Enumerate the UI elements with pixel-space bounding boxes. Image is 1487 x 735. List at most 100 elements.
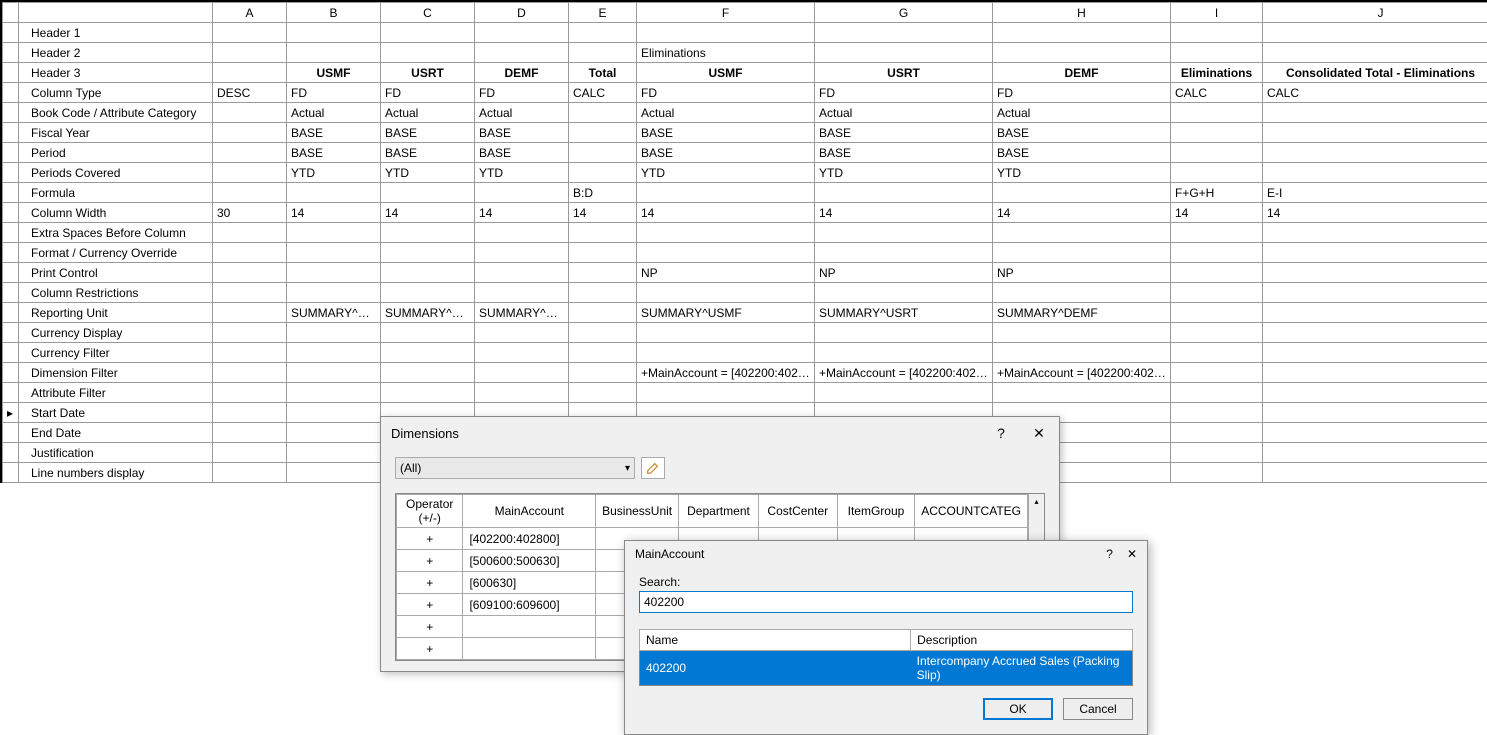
dim-operator-cell[interactable]: + <box>397 616 463 638</box>
grid-cell[interactable] <box>1263 323 1487 343</box>
grid-cell[interactable]: BASE <box>637 123 815 143</box>
grid-cell[interactable] <box>1171 263 1263 283</box>
grid-cell[interactable] <box>381 23 475 43</box>
grid-cell[interactable]: CALC <box>569 83 637 103</box>
column-header[interactable] <box>3 3 19 23</box>
grid-cell[interactable] <box>569 163 637 183</box>
column-header[interactable]: A <box>213 3 287 23</box>
close-button[interactable]: ✕ <box>1127 547 1137 561</box>
dim-column-header[interactable]: ItemGroup <box>837 495 914 528</box>
grid-cell[interactable] <box>569 283 637 303</box>
grid-cell[interactable] <box>993 243 1171 263</box>
grid-cell[interactable]: Consolidated Total - Eliminations <box>1263 63 1487 83</box>
row-indicator[interactable] <box>3 423 19 443</box>
grid-cell[interactable]: NP <box>815 263 993 283</box>
grid-cell[interactable] <box>213 303 287 323</box>
grid-cell[interactable] <box>213 223 287 243</box>
grid-cell[interactable] <box>1263 463 1487 483</box>
grid-cell[interactable] <box>381 363 475 383</box>
grid-cell[interactable]: 14 <box>475 203 569 223</box>
grid-cell[interactable]: 14 <box>381 203 475 223</box>
grid-cell[interactable]: YTD <box>637 163 815 183</box>
grid-cell[interactable] <box>637 343 815 363</box>
row-indicator[interactable] <box>3 223 19 243</box>
grid-cell[interactable] <box>475 223 569 243</box>
grid-cell[interactable] <box>213 243 287 263</box>
grid-cell[interactable] <box>1263 283 1487 303</box>
dim-operator-cell[interactable]: + <box>397 638 463 660</box>
grid-cell[interactable] <box>1263 363 1487 383</box>
row-label[interactable]: Line numbers display <box>19 463 213 483</box>
grid-cell[interactable]: Eliminations <box>637 43 815 63</box>
row-label[interactable]: Dimension Filter <box>19 363 213 383</box>
grid-cell[interactable] <box>381 223 475 243</box>
results-col-desc[interactable]: Description <box>911 630 1133 651</box>
scroll-up-icon[interactable]: ▴ <box>1029 494 1044 508</box>
row-indicator[interactable] <box>3 323 19 343</box>
grid-cell[interactable] <box>287 463 381 483</box>
grid-cell[interactable] <box>475 23 569 43</box>
grid-cell[interactable] <box>287 403 381 423</box>
row-label[interactable]: Header 2 <box>19 43 213 63</box>
grid-cell[interactable] <box>637 283 815 303</box>
grid-cell[interactable] <box>993 283 1171 303</box>
grid-cell[interactable] <box>287 283 381 303</box>
grid-cell[interactable] <box>381 383 475 403</box>
row-label[interactable]: Attribute Filter <box>19 383 213 403</box>
grid-cell[interactable]: NP <box>993 263 1171 283</box>
grid-cell[interactable] <box>213 263 287 283</box>
grid-cell[interactable] <box>1263 143 1487 163</box>
grid-cell[interactable] <box>1263 303 1487 323</box>
grid-cell[interactable] <box>993 43 1171 63</box>
help-button[interactable]: ? <box>989 423 1013 443</box>
grid-cell[interactable] <box>287 443 381 463</box>
grid-cell[interactable]: Actual <box>475 103 569 123</box>
row-indicator[interactable] <box>3 463 19 483</box>
row-label[interactable]: Book Code / Attribute Category <box>19 103 213 123</box>
dim-column-header[interactable]: CostCenter <box>758 495 837 528</box>
grid-cell[interactable]: YTD <box>815 163 993 183</box>
row-label[interactable]: Print Control <box>19 263 213 283</box>
grid-cell[interactable]: 30 <box>213 203 287 223</box>
column-header[interactable]: F <box>637 3 815 23</box>
grid-cell[interactable] <box>993 23 1171 43</box>
grid-cell[interactable] <box>213 143 287 163</box>
grid-cell[interactable]: USMF <box>287 63 381 83</box>
row-label[interactable]: Justification <box>19 443 213 463</box>
grid-cell[interactable] <box>475 343 569 363</box>
grid-cell[interactable] <box>287 383 381 403</box>
grid-cell[interactable]: 14 <box>1171 203 1263 223</box>
grid-cell[interactable] <box>1171 123 1263 143</box>
grid-cell[interactable]: +MainAccount = [402200:4028... <box>993 363 1171 383</box>
grid-cell[interactable] <box>1171 223 1263 243</box>
grid-cell[interactable] <box>569 23 637 43</box>
dim-column-header[interactable]: BusinessUnit <box>596 495 679 528</box>
grid-cell[interactable] <box>569 343 637 363</box>
grid-cell[interactable] <box>287 263 381 283</box>
grid-cell[interactable]: YTD <box>381 163 475 183</box>
grid-cell[interactable]: 14 <box>815 203 993 223</box>
grid-cell[interactable] <box>1263 123 1487 143</box>
dim-mainaccount-cell[interactable]: [609100:609600] <box>463 594 596 616</box>
grid-cell[interactable]: 14 <box>1263 203 1487 223</box>
dim-operator-cell[interactable]: + <box>397 572 463 594</box>
grid-cell[interactable]: FD <box>815 83 993 103</box>
grid-cell[interactable] <box>569 363 637 383</box>
column-header[interactable]: C <box>381 3 475 23</box>
column-header[interactable] <box>19 3 213 23</box>
row-label[interactable]: Currency Display <box>19 323 213 343</box>
grid-cell[interactable]: FD <box>287 83 381 103</box>
row-indicator[interactable] <box>3 363 19 383</box>
grid-cell[interactable]: BASE <box>287 123 381 143</box>
grid-cell[interactable] <box>1171 43 1263 63</box>
grid-cell[interactable]: YTD <box>287 163 381 183</box>
grid-cell[interactable] <box>287 43 381 63</box>
dimension-filter-combo[interactable]: (All) ▾ <box>395 457 635 479</box>
dim-column-header[interactable]: ACCOUNTCATEG <box>915 495 1028 528</box>
results-table[interactable]: Name Description 402200 Intercompany Acc… <box>639 629 1133 686</box>
grid-cell[interactable]: DEMF <box>475 63 569 83</box>
grid-cell[interactable] <box>287 23 381 43</box>
grid-cell[interactable] <box>213 443 287 463</box>
grid-cell[interactable] <box>569 383 637 403</box>
grid-cell[interactable] <box>213 123 287 143</box>
